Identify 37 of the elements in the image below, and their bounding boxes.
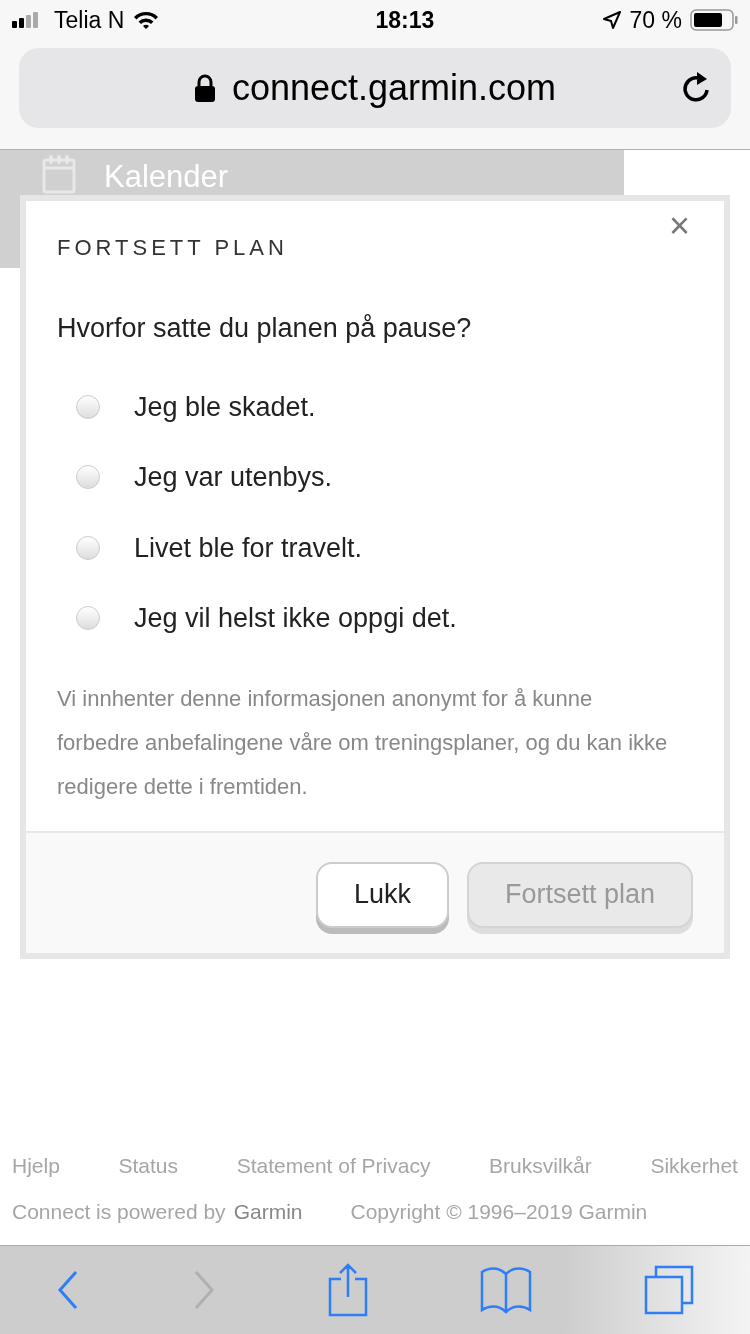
radio-option[interactable]: Jeg ble skadet.	[76, 386, 724, 427]
option-label: Jeg ble skadet.	[134, 390, 316, 424]
footer-link[interactable]: Status	[118, 1150, 179, 1182]
lock-icon	[193, 74, 216, 102]
option-label: Jeg vil helst ikke oppgi det.	[134, 602, 457, 635]
tabs-icon[interactable]	[644, 1265, 694, 1315]
address-bar[interactable]: connect.garmin.com	[19, 48, 731, 128]
footer-link[interactable]: Bruksvilkår	[489, 1150, 592, 1182]
location-arrow-icon	[601, 10, 622, 30]
back-icon[interactable]	[56, 1270, 80, 1310]
dialog-title: FORTSETT PLAN	[57, 234, 288, 262]
question-text: Hvorfor satte du planen på pause?	[56, 312, 473, 345]
share-icon[interactable]	[328, 1263, 368, 1317]
bookmarks-icon[interactable]	[480, 1266, 532, 1314]
radio-button[interactable]	[76, 394, 100, 419]
carrier-name: Telia N	[54, 5, 125, 35]
powered-by-text: Connect is powered by	[12, 1198, 226, 1225]
footer-link[interactable]: Statement of Privacy	[236, 1150, 431, 1182]
close-button[interactable]: ×	[662, 207, 696, 245]
footer-link[interactable]: Garmin	[233, 1195, 303, 1227]
battery-icon	[690, 9, 738, 31]
option-label: Jeg var utenbys.	[134, 461, 333, 494]
radio-button[interactable]	[76, 465, 100, 490]
footer-link[interactable]: Sikkerhet	[650, 1150, 738, 1182]
info-note: Vi innhenter denne informasjonen anonymt for å kunne forbedre anbefalingene våre om treningsplaner, og du kan ikke redigere dette i fremtiden.	[56, 684, 669, 801]
radio-option[interactable]: Jeg vil helst ikke oppgi det.	[76, 598, 724, 639]
radio-option[interactable]: Jeg var utenbys.	[76, 457, 724, 498]
battery-percent: 70 %	[629, 5, 682, 35]
url-text: connect.garmin.com	[231, 66, 557, 110]
option-label: Livet ble for travelt.	[134, 531, 363, 565]
footer-link[interactable]: Hjelp	[12, 1150, 60, 1182]
clock-time: 18:13	[374, 5, 435, 35]
copyright-text: Copyright © 1996–2019 Garmin	[350, 1198, 648, 1225]
wifi-icon	[132, 10, 161, 30]
radio-button[interactable]	[76, 606, 100, 631]
radio-option[interactable]: Livet ble for travelt.	[76, 527, 724, 568]
radio-button[interactable]	[76, 535, 100, 560]
